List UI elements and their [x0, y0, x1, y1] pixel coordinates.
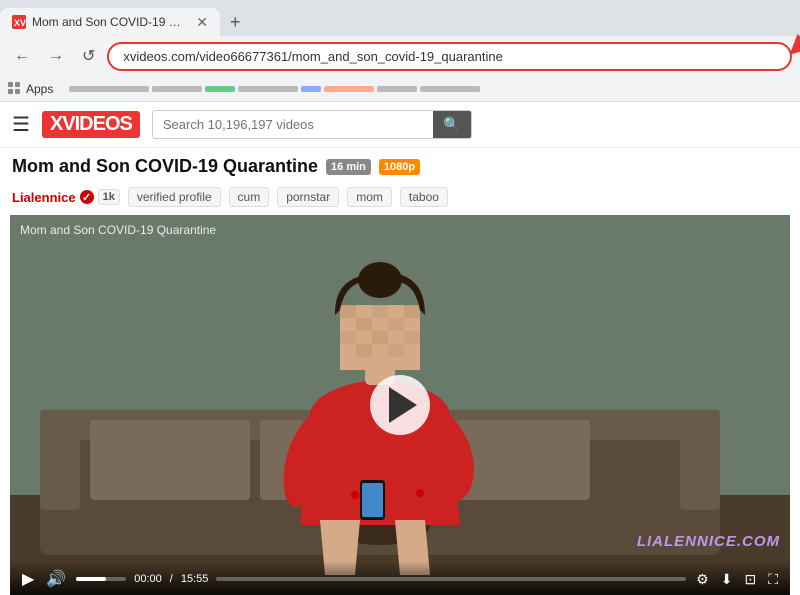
address-bar-row: ← → ↺ — [0, 36, 800, 76]
page-content: ☰ XVIDEOS 🔍 Mom and Son COVID-19 Quarant… — [0, 102, 800, 595]
bookmark-item[interactable] — [152, 86, 202, 92]
bookmark-item[interactable] — [69, 86, 149, 92]
svg-text:XV: XV — [14, 18, 26, 28]
search-form: 🔍 — [152, 110, 472, 139]
site-logo[interactable]: XVIDEOS — [42, 111, 140, 138]
duration-badge: 16 min — [326, 159, 371, 175]
time-separator: / — [170, 573, 173, 585]
video-overlay-title: Mom and Son COVID-19 Quarantine — [20, 223, 216, 237]
hamburger-icon[interactable]: ☰ — [12, 112, 30, 137]
bookmark-item[interactable] — [205, 86, 235, 92]
address-bar-wrap — [107, 42, 792, 71]
search-button[interactable]: 🔍 — [433, 111, 470, 138]
tag-mom[interactable]: mom — [347, 187, 392, 207]
volume-button[interactable]: 🔊 — [44, 569, 68, 589]
bookmark-item[interactable] — [301, 86, 321, 92]
search-icon: 🔍 — [443, 116, 460, 132]
bookmark-item[interactable] — [324, 86, 374, 92]
tag-cum[interactable]: cum — [229, 187, 270, 207]
tab-title: Mom and Son COVID-19 Quar... — [32, 15, 186, 29]
subscriber-badge: 1k — [98, 189, 120, 205]
tab-favicon: XV — [12, 15, 26, 29]
channel-name: Lialennice — [12, 190, 76, 205]
back-button[interactable]: ← — [8, 43, 36, 69]
new-tab-button[interactable]: + — [224, 12, 247, 33]
time-current: 00:00 — [134, 573, 162, 585]
tag-taboo[interactable]: taboo — [400, 187, 448, 207]
bookmark-item[interactable] — [377, 86, 417, 92]
settings-button[interactable]: ⚙ — [694, 571, 711, 588]
video-title: Mom and Son COVID-19 Quarantine 16 min 1… — [12, 156, 788, 177]
video-controls: ▶ 🔊 00:00 / 15:55 ⚙ ⬇ ⊡ ⛶ — [10, 561, 790, 595]
reload-button[interactable]: ↺ — [76, 42, 101, 70]
play-icon — [389, 387, 417, 423]
forward-button[interactable]: → — [42, 43, 70, 69]
bookmark-item[interactable] — [420, 86, 480, 92]
search-input[interactable] — [153, 111, 434, 138]
watermark: LIALENNICE.COM — [637, 533, 780, 550]
video-title-text: Mom and Son COVID-19 Quarantine — [12, 156, 318, 177]
apps-label[interactable]: Apps — [26, 82, 53, 96]
bookmarks-bar: Apps — [0, 76, 800, 102]
bookmark-item[interactable] — [238, 86, 298, 92]
play-button[interactable] — [370, 375, 430, 435]
tab-close-button[interactable]: ✕ — [196, 14, 208, 31]
download-button[interactable]: ⬇ — [719, 571, 735, 588]
volume-fill — [76, 577, 106, 581]
play-pause-button[interactable]: ▶ — [20, 569, 36, 589]
apps-grid-icon — [8, 82, 22, 96]
bookmark-items — [69, 86, 792, 92]
browser-chrome: XV Mom and Son COVID-19 Quar... ✕ + ← → … — [0, 0, 800, 102]
channel-link[interactable]: Lialennice ✓ 1k — [12, 189, 120, 205]
volume-slider[interactable] — [76, 577, 126, 581]
active-tab[interactable]: XV Mom and Son COVID-19 Quar... ✕ — [0, 8, 220, 36]
tab-bar: XV Mom and Son COVID-19 Quar... ✕ + — [0, 0, 800, 36]
progress-bar[interactable] — [216, 577, 686, 581]
tag-verified-profile[interactable]: verified profile — [128, 187, 221, 207]
quality-badge: 1080p — [379, 159, 420, 175]
video-player[interactable]: Mom and Son COVID-19 Quarantine — [10, 215, 790, 595]
address-bar-input[interactable] — [107, 42, 792, 71]
site-header: ☰ XVIDEOS 🔍 — [0, 102, 800, 148]
video-title-area: Mom and Son COVID-19 Quarantine 16 min 1… — [0, 148, 800, 183]
pip-button[interactable]: ⊡ — [742, 571, 758, 588]
fullscreen-button[interactable]: ⛶ — [766, 571, 780, 588]
apps-bookmark: Apps — [8, 82, 53, 96]
time-total: 15:55 — [181, 573, 209, 585]
red-arrow-indicator — [777, 20, 800, 65]
logo-videos: VIDEOS — [62, 113, 132, 135]
logo-x: X — [50, 113, 62, 135]
tags-row: Lialennice ✓ 1k verified profile cum por… — [0, 183, 800, 211]
verified-icon: ✓ — [80, 190, 94, 204]
tag-pornstar[interactable]: pornstar — [277, 187, 339, 207]
